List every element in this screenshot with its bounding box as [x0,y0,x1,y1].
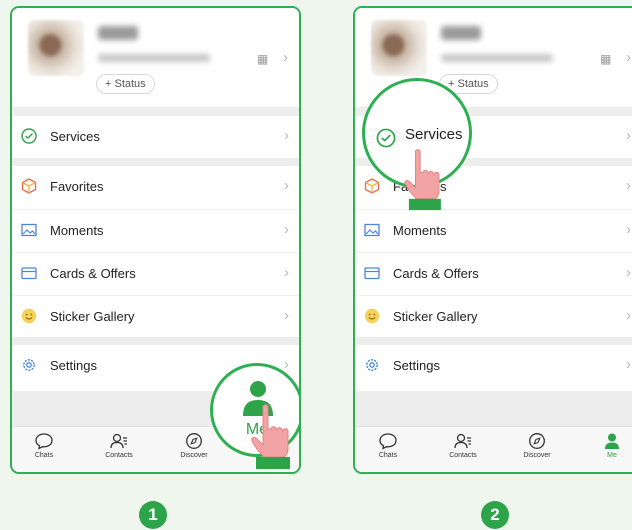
chevron-right-icon: › [626,221,631,238]
tab-chats[interactable]: Chats [14,432,74,459]
blurred-wechat-id [98,54,210,62]
menu-item-label: Sticker Gallery [50,309,135,324]
phone-screen-step-2: ▦ › + Status Services › Favorites › Mome… [353,6,632,474]
chevron-right-icon: › [284,307,289,324]
settings-gear-icon [366,359,378,371]
favorites-cube-icon [364,178,380,194]
services-icon [376,128,396,148]
section-divider [12,107,299,116]
chevron-right-icon: › [626,356,631,373]
tab-label: Contacts [449,452,477,459]
chevron-right-icon: › [626,177,631,194]
cards-offers-icon [364,267,380,280]
profile-header[interactable]: ▦ › + Status [12,8,299,107]
compass-icon [529,433,545,449]
chevron-right-icon: › [284,177,289,194]
step-number-badge: 2 [481,501,509,529]
chevron-right-icon: › [626,264,631,281]
compass-icon [186,433,202,449]
magnified-services-label: Services [405,126,463,143]
contacts-icon [110,433,127,449]
person-icon [605,433,619,449]
tab-chats[interactable]: Chats [358,432,418,459]
tab-contacts[interactable]: Contacts [433,432,493,459]
section-divider [12,337,299,345]
menu-item-label: Settings [50,358,97,373]
chevron-right-icon: › [283,49,288,66]
cards-offers-icon [21,267,37,280]
tap-hand-pointer-icon [404,149,441,211]
settings-gear-icon [23,359,35,371]
menu-item-label: Settings [393,358,440,373]
blurred-username [98,26,138,40]
menu-item-label: Cards & Offers [50,266,136,281]
section-divider [12,158,299,166]
chat-bubble-icon [379,433,397,450]
tab-label: Chats [378,452,398,459]
sticker-smiley-icon [364,308,380,324]
chat-bubble-icon [35,433,53,450]
tab-contacts[interactable]: Contacts [89,432,149,459]
tap-hand-pointer-icon [251,404,290,469]
chevron-right-icon: › [284,264,289,281]
tab-label: Discover [180,452,208,459]
chevron-right-icon: › [626,307,631,324]
contacts-icon [454,433,471,449]
empty-area [355,391,632,426]
favorites-cube-icon [21,178,37,194]
menu-item-cards-offers[interactable]: Cards & Offers › [355,252,632,295]
moments-image-icon [21,223,37,237]
tab-label: Me [607,452,617,459]
menu-item-label: Cards & Offers [393,266,479,281]
menu-item-moments[interactable]: Moments › [12,209,299,252]
tab-discover[interactable]: Discover [507,432,567,459]
menu-item-label: Moments [50,223,104,238]
chevron-right-icon: › [284,221,289,238]
moments-image-icon [364,223,380,237]
services-icon [21,128,37,144]
sticker-smiley-icon [21,308,37,324]
avatar[interactable] [28,20,84,76]
menu-item-moments[interactable]: Moments › [355,209,632,252]
blurred-wechat-id [441,54,553,62]
tab-label: Chats [34,452,54,459]
qr-code-icon[interactable]: ▦ [600,52,611,66]
chevron-right-icon: › [626,127,631,144]
chevron-right-icon: › [626,49,631,66]
chevron-right-icon: › [284,127,289,144]
menu-item-sticker-gallery[interactable]: Sticker Gallery › [12,295,299,338]
step-number-badge: 1 [139,501,167,529]
menu-item-favorites[interactable]: Favorites › [12,166,299,208]
chevron-right-icon: › [284,356,289,373]
menu-item-settings[interactable]: Settings › [355,345,632,389]
status-button[interactable]: + Status [96,74,155,94]
tab-label: Contacts [105,452,133,459]
avatar[interactable] [371,20,427,76]
tab-me[interactable]: Me [582,432,632,459]
menu-item-services[interactable]: Services › [12,116,299,158]
blurred-username [441,26,481,40]
tab-label: Discover [523,452,551,459]
menu-item-label: Services [50,129,100,144]
menu-item-label: Sticker Gallery [393,309,478,324]
section-divider [355,337,632,345]
qr-code-icon[interactable]: ▦ [257,52,268,66]
bottom-tab-bar: Chats Contacts Discover Me [355,426,632,472]
menu-item-cards-offers[interactable]: Cards & Offers › [12,252,299,295]
menu-item-sticker-gallery[interactable]: Sticker Gallery › [355,295,632,338]
menu-item-label: Favorites [50,179,104,194]
menu-item-label: Moments [393,223,447,238]
